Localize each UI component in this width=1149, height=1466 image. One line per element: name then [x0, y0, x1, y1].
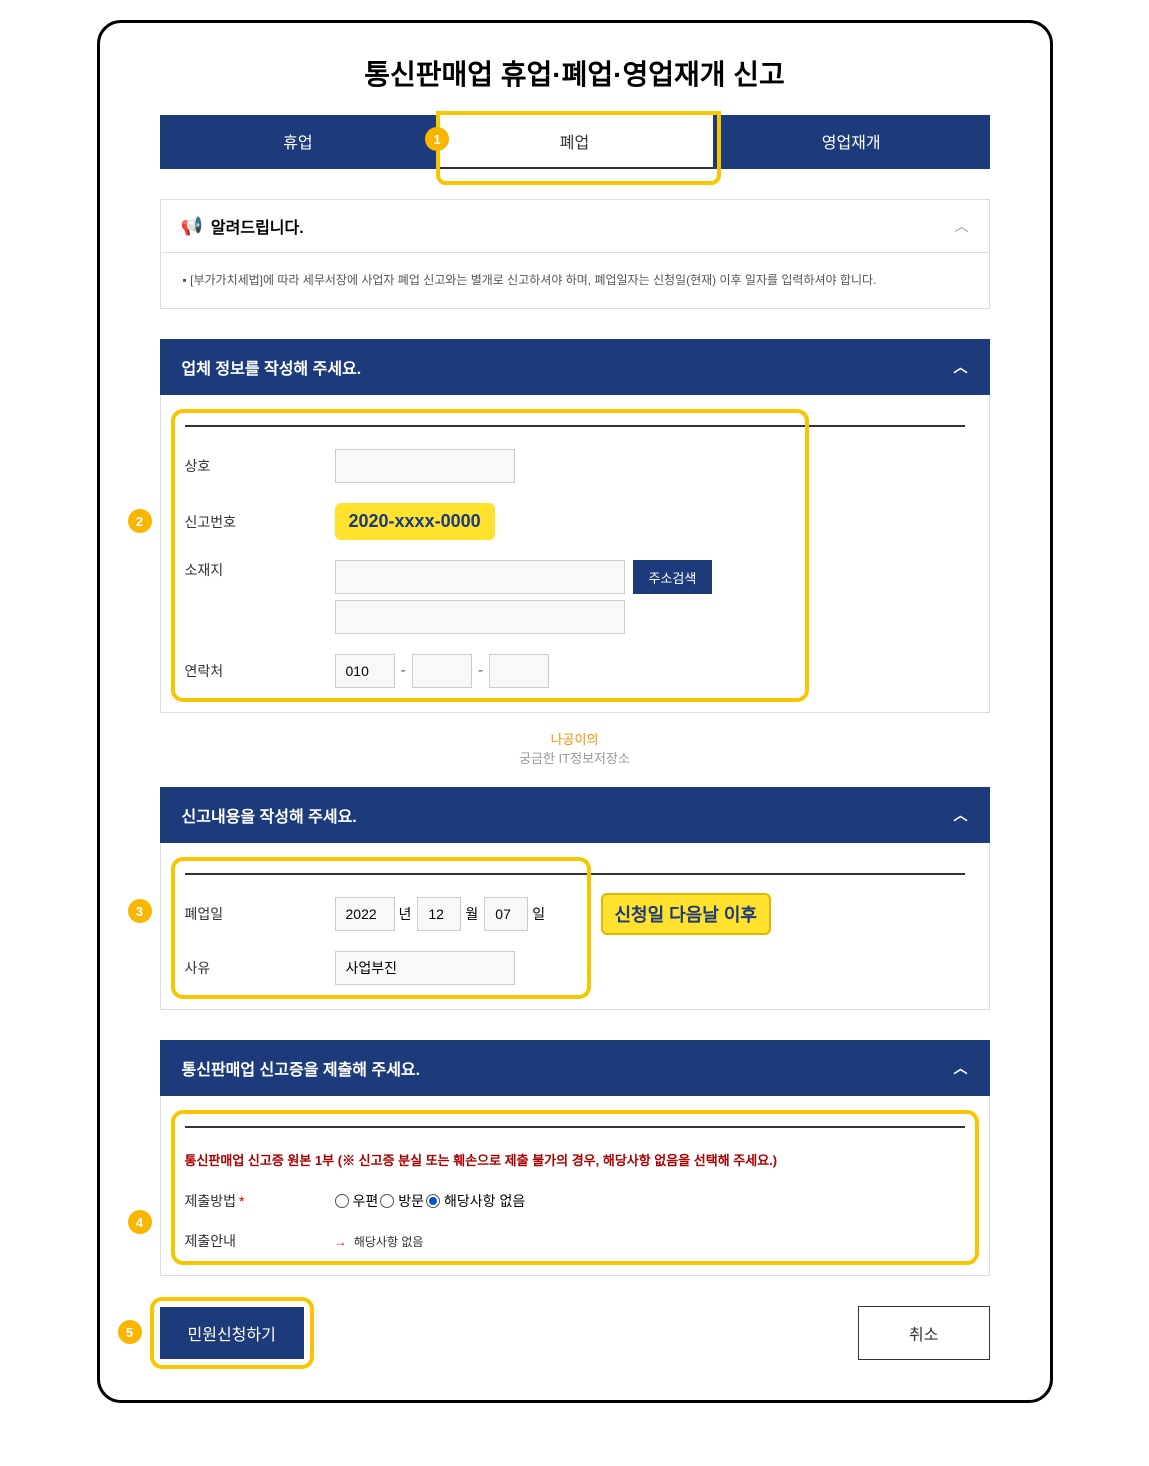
- notice-box: 📢 알려드립니다. ︿ ▪ [부가가치세법]에 따라 세무서장에 사업자 폐업 …: [160, 199, 990, 309]
- radio-none[interactable]: 해당사항 없음: [426, 1191, 525, 1211]
- badge-4: 4: [128, 1210, 152, 1234]
- row-method: 제출방법* 우편 방문 해당사항 없음: [185, 1191, 965, 1211]
- label-guide: 제출안내: [185, 1231, 335, 1251]
- cancel-button[interactable]: 취소: [858, 1306, 989, 1360]
- chevron-up-icon[interactable]: ︿: [954, 357, 968, 377]
- row-company-name: 상호: [185, 449, 965, 483]
- section2-body: 신청일 다음날 이후 폐업일 년 월 일 사유: [160, 843, 990, 1010]
- section3-header[interactable]: 통신판매업 신고증을 제출해 주세요. ︿: [160, 1040, 990, 1096]
- radio-none-label: 해당사항 없음: [444, 1191, 525, 1211]
- submit-button[interactable]: 민원신청하기: [160, 1307, 304, 1359]
- section2-header[interactable]: 신고내용을 작성해 주세요. ︿: [160, 787, 990, 843]
- section3-body: 통신판매업 신고증 원본 1부 (※ 신고증 분실 또는 훼손으로 제출 불가의…: [160, 1096, 990, 1276]
- badge-2: 2: [128, 509, 152, 533]
- chevron-up-icon[interactable]: ︿: [954, 1058, 968, 1078]
- watermark-line1: 나공이의: [551, 732, 599, 747]
- megaphone-icon: 📢: [181, 216, 203, 237]
- year-unit: 년: [399, 904, 412, 924]
- section-report: 3 신고내용을 작성해 주세요. ︿ 신청일 다음날 이후 폐업일 년 월 일 …: [160, 787, 990, 1010]
- phone-sep-2: -: [478, 662, 483, 680]
- section2-title: 신고내용을 작성해 주세요.: [182, 803, 357, 827]
- footer-buttons: 5 민원신청하기 취소: [160, 1306, 990, 1360]
- row-address: 소재지 주소검색: [185, 560, 965, 634]
- label-reason: 사유: [185, 958, 335, 978]
- month-unit: 월: [465, 904, 478, 924]
- label-regno: 신고번호: [185, 512, 335, 532]
- notice-title-row: 📢 알려드립니다.: [181, 214, 304, 238]
- radio-mail-label: 우편: [353, 1191, 379, 1211]
- divider: [185, 1126, 965, 1128]
- submit-guide: → 해당사항 없음: [335, 1233, 424, 1250]
- radio-group-method: 우편 방문 해당사항 없음: [335, 1191, 526, 1211]
- submit-wrap: 민원신청하기: [160, 1307, 304, 1359]
- input-address-2[interactable]: [335, 600, 625, 634]
- row-regno: 신고번호 2020-xxxx-0000: [185, 503, 965, 540]
- phone-sep-1: -: [401, 662, 406, 680]
- page-title: 통신판매업 휴업·폐업·영업재개 신고: [160, 53, 990, 93]
- input-company-name[interactable]: [335, 449, 515, 483]
- label-phone: 연락처: [185, 661, 335, 681]
- label-method: 제출방법*: [185, 1191, 335, 1211]
- section3-title: 통신판매업 신고증을 제출해 주세요.: [182, 1056, 421, 1080]
- radio-visit-label: 방문: [398, 1191, 424, 1211]
- section1-title: 업체 정보를 작성해 주세요.: [182, 355, 362, 379]
- chevron-up-icon[interactable]: ︿: [954, 805, 968, 825]
- page-container: 통신판매업 휴업·폐업·영업재개 신고 휴업 폐업 영업재개 1 📢 알려드립니…: [97, 20, 1053, 1403]
- badge-1: 1: [425, 127, 449, 151]
- radio-icon: [335, 1194, 349, 1208]
- input-phone-2[interactable]: [412, 654, 472, 688]
- label-closedate: 폐업일: [185, 904, 335, 924]
- input-month[interactable]: [417, 897, 461, 931]
- row-closedate: 폐업일 년 월 일: [185, 897, 965, 931]
- bullet-icon: ▪: [183, 273, 187, 287]
- chevron-up-icon[interactable]: ︿: [955, 216, 969, 236]
- day-unit: 일: [532, 904, 545, 924]
- tab-resume[interactable]: 영업재개: [713, 115, 990, 169]
- tabs: 휴업 폐업 영업재개 1: [160, 115, 990, 169]
- badge-3: 3: [128, 899, 152, 923]
- watermark: 나공이의 궁금한 IT정보저장소: [160, 729, 990, 767]
- radio-icon: [380, 1194, 394, 1208]
- input-year[interactable]: [335, 897, 395, 931]
- divider: [185, 873, 965, 875]
- input-phone-3[interactable]: [489, 654, 549, 688]
- note-badge: 신청일 다음날 이후: [601, 893, 771, 935]
- address-search-button[interactable]: 주소검색: [633, 560, 713, 594]
- notice-body: ▪ [부가가치세법]에 따라 세무서장에 사업자 폐업 신고와는 별개로 신고하…: [161, 253, 989, 308]
- radio-visit[interactable]: 방문: [380, 1191, 424, 1211]
- radio-icon: [426, 1194, 440, 1208]
- label-address: 소재지: [185, 560, 335, 580]
- input-address-1[interactable]: [335, 560, 625, 594]
- notice-title: 알려드립니다.: [211, 214, 304, 238]
- tab-close[interactable]: 폐업: [436, 115, 713, 169]
- radio-mail[interactable]: 우편: [335, 1191, 379, 1211]
- input-day[interactable]: [484, 897, 528, 931]
- row-phone: 연락처 - -: [185, 654, 965, 688]
- watermark-line2: 궁금한 IT정보저장소: [519, 751, 630, 766]
- input-phone-1[interactable]: [335, 654, 395, 688]
- arrow-icon: →: [335, 1235, 347, 1249]
- cert-note: 통신판매업 신고증 원본 1부 (※ 신고증 분실 또는 훼손으로 제출 불가의…: [185, 1150, 965, 1169]
- divider: [185, 425, 965, 427]
- section1-header[interactable]: 업체 정보를 작성해 주세요. ︿: [160, 339, 990, 395]
- badge-5: 5: [118, 1320, 142, 1344]
- section1-body: 상호 신고번호 2020-xxxx-0000 소재지 주소검색 연락처: [160, 395, 990, 713]
- section-cert: 4 통신판매업 신고증을 제출해 주세요. ︿ 통신판매업 신고증 원본 1부 …: [160, 1040, 990, 1276]
- notice-header[interactable]: 📢 알려드립니다. ︿: [161, 200, 989, 253]
- input-reason[interactable]: [335, 951, 515, 985]
- tab-suspend[interactable]: 휴업: [160, 115, 437, 169]
- address-inputs: 주소검색: [335, 560, 713, 634]
- regno-badge: 2020-xxxx-0000: [335, 503, 495, 540]
- guide-text: 해당사항 없음: [354, 1235, 424, 1249]
- row-guide: 제출안내 → 해당사항 없음: [185, 1231, 965, 1251]
- notice-text: [부가가치세법]에 따라 세무서장에 사업자 폐업 신고와는 별개로 신고하셔야…: [190, 273, 876, 287]
- row-reason: 사유: [185, 951, 965, 985]
- label-company-name: 상호: [185, 456, 335, 476]
- section-company: 2 업체 정보를 작성해 주세요. ︿ 상호 신고번호 2020-xxxx-00…: [160, 339, 990, 713]
